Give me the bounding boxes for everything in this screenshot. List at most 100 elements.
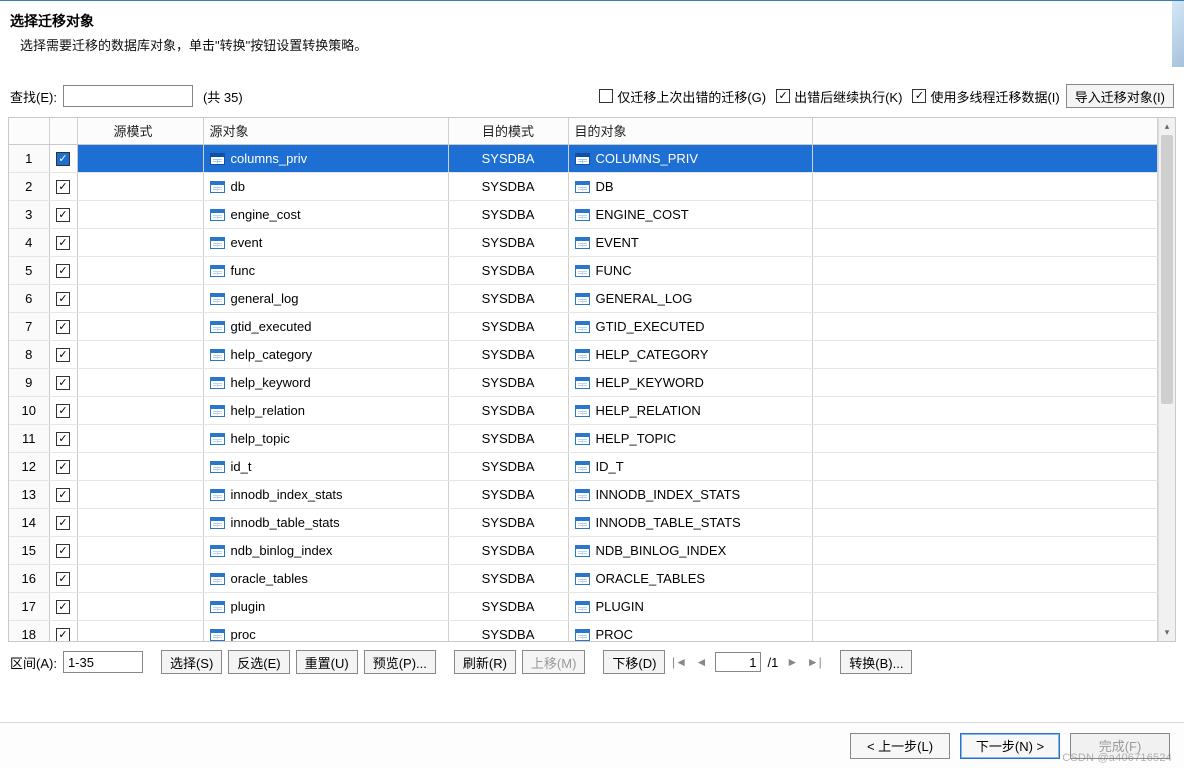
next-page-icon[interactable]: ► (784, 655, 800, 669)
cell-source-schema (77, 200, 203, 228)
find-input[interactable] (63, 85, 193, 107)
row-checkbox[interactable] (49, 284, 77, 312)
table-row[interactable]: 16oracle_tablesSYSDBAORACLE_TABLES (9, 564, 1158, 592)
col-check[interactable] (49, 118, 77, 144)
cell-dest-object: PLUGIN (568, 592, 812, 620)
row-checkbox[interactable] (49, 424, 77, 452)
scroll-up-icon[interactable]: ▴ (1159, 118, 1175, 135)
table-row[interactable]: 7gtid_executedSYSDBAGTID_EXECUTED (9, 312, 1158, 340)
col-rownum[interactable] (9, 118, 49, 144)
row-checkbox[interactable] (49, 536, 77, 564)
wizard-bar: < 上一步(L) 下一步(N) > 完成(F) CSDN @a406716524 (0, 722, 1184, 768)
table-row[interactable]: 12id_tSYSDBAID_T (9, 452, 1158, 480)
table-row[interactable]: 1columns_privSYSDBACOLUMNS_PRIV (9, 144, 1158, 172)
controls-bar: 区间(A): 选择(S) 反选(E) 重置(U) 预览(P)... 刷新(R) … (0, 642, 1184, 674)
row-checkbox[interactable] (49, 228, 77, 256)
row-checkbox[interactable] (49, 144, 77, 172)
cell-filler (812, 284, 1158, 312)
cell-source-schema (77, 144, 203, 172)
scroll-track[interactable] (1159, 135, 1175, 624)
cell-dest-schema: SYSDBA (448, 368, 568, 396)
convert-button[interactable]: 转换(B)... (840, 650, 912, 674)
row-checkbox[interactable] (49, 172, 77, 200)
table-icon (575, 573, 590, 585)
row-checkbox[interactable] (49, 396, 77, 424)
table-row[interactable]: 17pluginSYSDBAPLUGIN (9, 592, 1158, 620)
row-number: 14 (9, 508, 49, 536)
row-number: 10 (9, 396, 49, 424)
col-dest-object[interactable]: 目的对象 (568, 118, 812, 144)
back-button[interactable]: < 上一步(L) (850, 733, 950, 759)
table-icon (210, 517, 225, 529)
first-page-icon[interactable]: |◄ (671, 655, 687, 669)
cell-filler (812, 480, 1158, 508)
row-number: 4 (9, 228, 49, 256)
prev-page-icon[interactable]: ◄ (693, 655, 709, 669)
preview-button[interactable]: 预览(P)... (364, 650, 436, 674)
cell-source-schema (77, 396, 203, 424)
move-down-button[interactable]: 下移(D) (603, 650, 665, 674)
table-row[interactable]: 5funcSYSDBAFUNC (9, 256, 1158, 284)
cell-dest-schema: SYSDBA (448, 424, 568, 452)
refresh-button[interactable]: 刷新(R) (454, 650, 516, 674)
table-row[interactable]: 15ndb_binlog_indexSYSDBANDB_BINLOG_INDEX (9, 536, 1158, 564)
row-checkbox[interactable] (49, 564, 77, 592)
table-row[interactable]: 4eventSYSDBAEVENT (9, 228, 1158, 256)
col-dest-schema[interactable]: 目的模式 (448, 118, 568, 144)
checkbox-multithread[interactable]: 使用多线程迁移数据(I) (912, 87, 1059, 106)
checkbox-icon (56, 180, 70, 194)
vertical-scrollbar[interactable]: ▴ ▾ (1158, 118, 1175, 641)
last-page-icon[interactable]: ►| (806, 655, 822, 669)
next-button[interactable]: 下一步(N) > (960, 733, 1060, 759)
row-checkbox[interactable] (49, 312, 77, 340)
table-row[interactable]: 2dbSYSDBADB (9, 172, 1158, 200)
checkbox-continue-on-error[interactable]: 出错后继续执行(K) (776, 87, 902, 106)
import-objects-button[interactable]: 导入迁移对象(I) (1066, 84, 1174, 108)
checkbox-only-error-label: 仅迁移上次出错的迁移(G) (617, 87, 766, 106)
scroll-thumb[interactable] (1161, 135, 1173, 404)
row-checkbox[interactable] (49, 620, 77, 641)
cell-source-object: innodb_index_stats (203, 480, 448, 508)
cell-filler (812, 200, 1158, 228)
cell-source-object: event (203, 228, 448, 256)
checkbox-only-error[interactable]: 仅迁移上次出错的迁移(G) (599, 87, 766, 106)
table-row[interactable]: 10help_relationSYSDBAHELP_RELATION (9, 396, 1158, 424)
table-row[interactable]: 8help_categorySYSDBAHELP_CATEGORY (9, 340, 1158, 368)
row-checkbox[interactable] (49, 340, 77, 368)
invert-button[interactable]: 反选(E) (228, 650, 289, 674)
row-checkbox[interactable] (49, 256, 77, 284)
reset-button[interactable]: 重置(U) (296, 650, 358, 674)
table-row[interactable]: 3engine_costSYSDBAENGINE_COST (9, 200, 1158, 228)
checkbox-icon (56, 432, 70, 446)
row-number: 7 (9, 312, 49, 340)
checkbox-icon (56, 348, 70, 362)
row-number: 6 (9, 284, 49, 312)
col-source-schema[interactable]: 源模式 (77, 118, 203, 144)
cell-dest-schema: SYSDBA (448, 228, 568, 256)
result-count: (共 35) (203, 87, 243, 106)
row-checkbox[interactable] (49, 480, 77, 508)
cell-source-object: id_t (203, 452, 448, 480)
table-row[interactable]: 13innodb_index_statsSYSDBAINNODB_INDEX_S… (9, 480, 1158, 508)
row-number: 8 (9, 340, 49, 368)
table-row[interactable]: 14innodb_table_statsSYSDBAINNODB_TABLE_S… (9, 508, 1158, 536)
range-input[interactable] (63, 651, 143, 673)
row-checkbox[interactable] (49, 508, 77, 536)
col-source-object[interactable]: 源对象 (203, 118, 448, 144)
table-row[interactable]: 6general_logSYSDBAGENERAL_LOG (9, 284, 1158, 312)
table-row[interactable]: 11help_topicSYSDBAHELP_TOPIC (9, 424, 1158, 452)
move-up-button[interactable]: 上移(M) (522, 650, 586, 674)
table-row[interactable]: 9help_keywordSYSDBAHELP_KEYWORD (9, 368, 1158, 396)
row-checkbox[interactable] (49, 368, 77, 396)
row-checkbox[interactable] (49, 200, 77, 228)
table-row[interactable]: 18procSYSDBAPROC (9, 620, 1158, 641)
cell-filler (812, 144, 1158, 172)
cell-filler (812, 368, 1158, 396)
row-checkbox[interactable] (49, 452, 77, 480)
cell-filler (812, 228, 1158, 256)
page-input[interactable] (715, 652, 761, 672)
scroll-down-icon[interactable]: ▾ (1159, 624, 1175, 641)
row-checkbox[interactable] (49, 592, 77, 620)
cell-dest-object: HELP_RELATION (568, 396, 812, 424)
select-button[interactable]: 选择(S) (161, 650, 222, 674)
